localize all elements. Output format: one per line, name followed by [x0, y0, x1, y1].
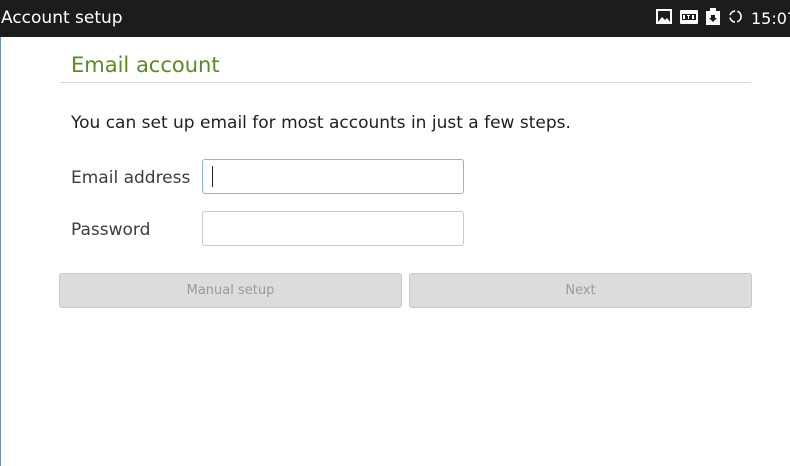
- manual-setup-button[interactable]: Manual setup: [59, 273, 402, 308]
- email-address-label: Email address: [71, 168, 191, 188]
- status-bar: Account setup 15:0: [0, 0, 790, 37]
- intro-text: You can set up email for most accounts i…: [71, 113, 571, 133]
- next-button[interactable]: Next: [409, 273, 752, 308]
- image-notification-icon: [656, 9, 672, 28]
- status-icons: 15:07: [656, 0, 790, 37]
- password-input[interactable]: [202, 211, 464, 246]
- section-divider: [60, 82, 751, 83]
- status-clock: 15:07: [751, 9, 790, 28]
- section-title: Email account: [71, 53, 220, 77]
- email-address-input[interactable]: [202, 159, 464, 194]
- text-cursor: [212, 166, 213, 187]
- left-edge-line: [0, 37, 1, 466]
- account-setup-screen: Account setup 15:0 Email account You can…: [0, 0, 790, 466]
- ftp-icon: [680, 9, 698, 28]
- sync-icon: [728, 9, 743, 28]
- app-title: Account setup: [1, 8, 123, 28]
- password-label: Password: [71, 220, 151, 240]
- download-notification-icon: [706, 8, 720, 29]
